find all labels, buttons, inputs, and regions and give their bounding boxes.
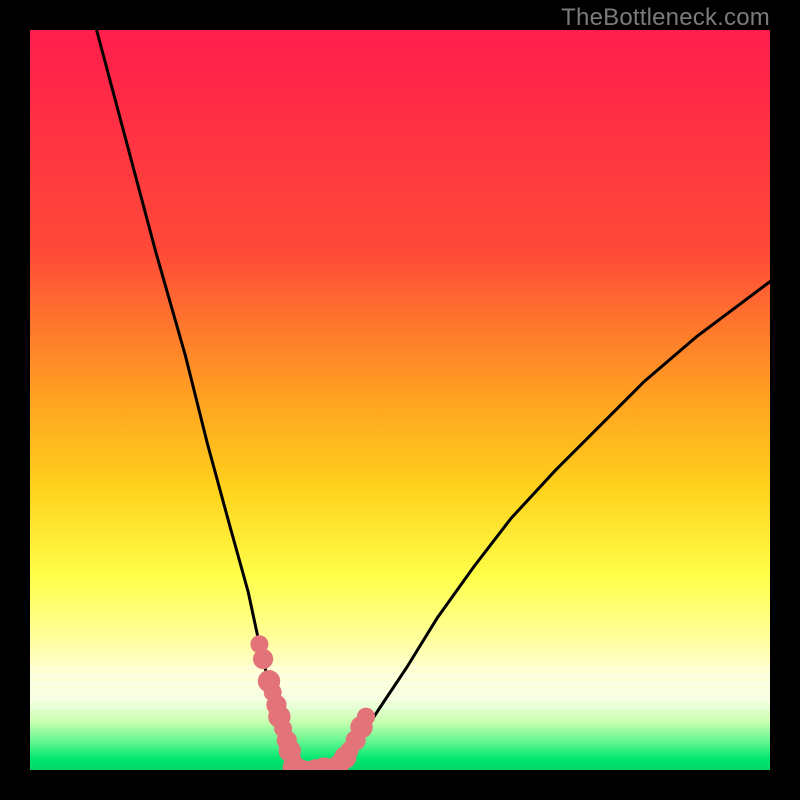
outer-frame: TheBottleneck.com bbox=[0, 0, 800, 800]
plot-area bbox=[30, 30, 770, 770]
chart-svg bbox=[30, 30, 770, 770]
watermark-text: TheBottleneck.com bbox=[561, 4, 770, 32]
highlight-point bbox=[253, 649, 273, 669]
